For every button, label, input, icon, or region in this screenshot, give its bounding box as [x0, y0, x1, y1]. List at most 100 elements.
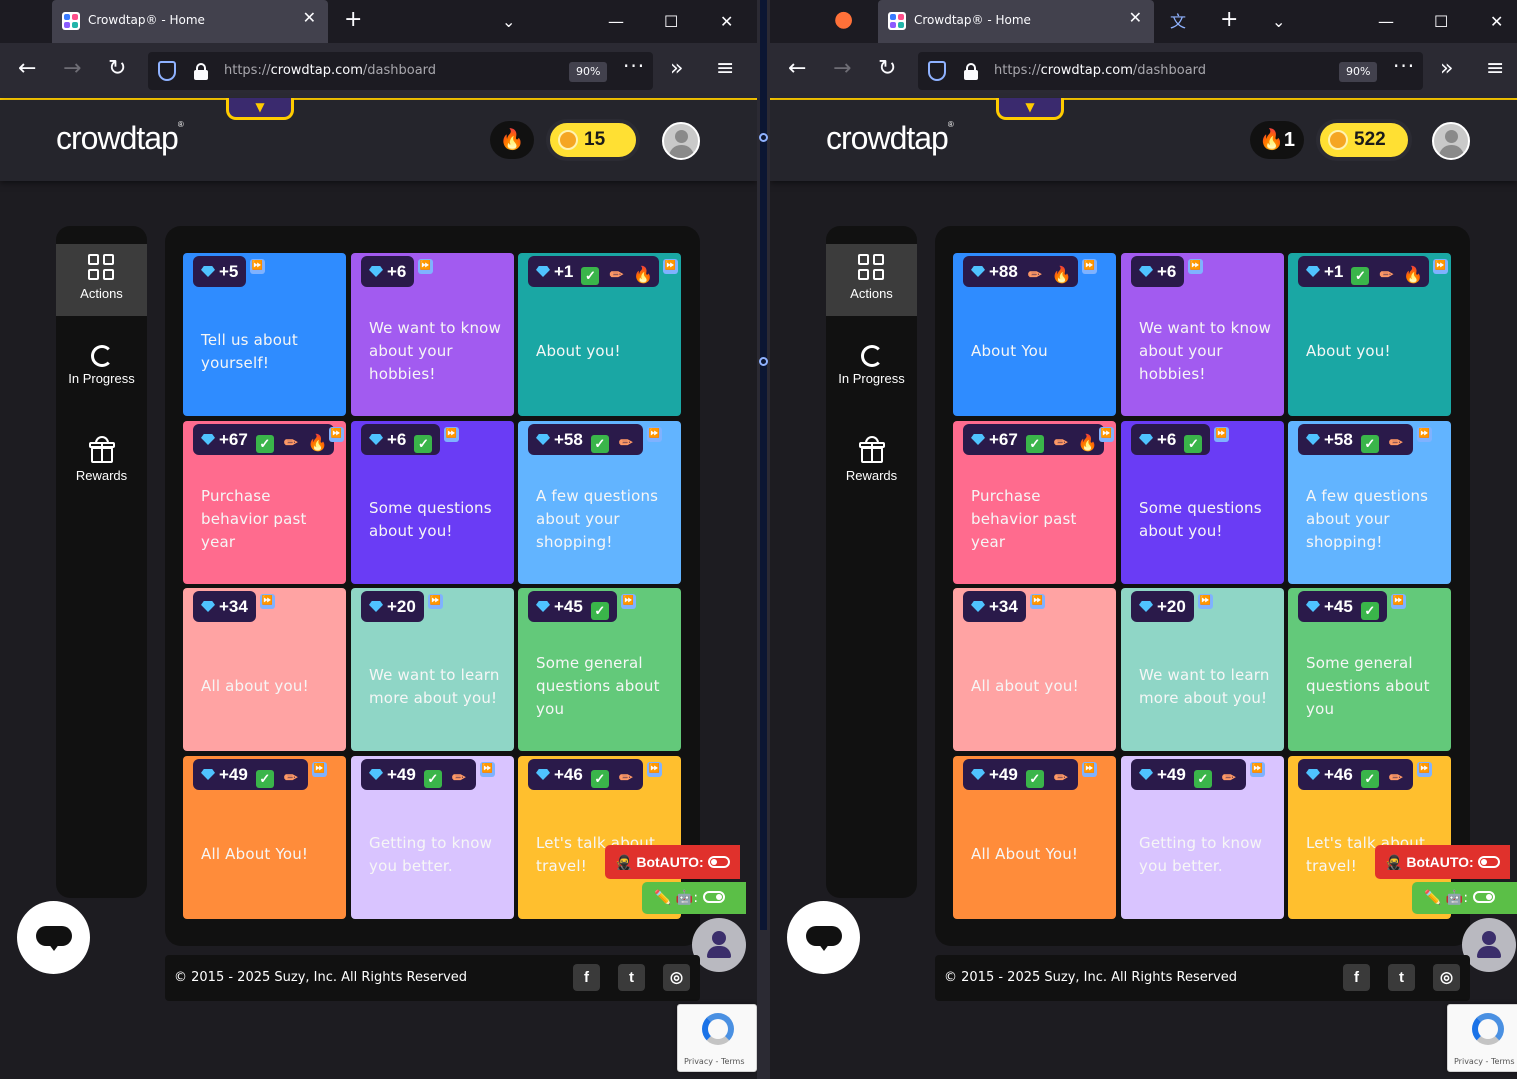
firefox-icon[interactable]: ● [834, 8, 853, 32]
action-card[interactable]: +5 ⏩ Tell us about yourself! [183, 253, 346, 416]
instagram-icon[interactable]: ◎ [1433, 964, 1460, 991]
maximize-icon[interactable]: ☐ [664, 10, 678, 34]
toggle-on-icon[interactable] [702, 891, 725, 903]
maximize-icon[interactable]: ☐ [1434, 10, 1448, 34]
fast-forward-icon[interactable]: ⏩ [647, 762, 662, 777]
forward-icon[interactable]: → [63, 57, 81, 81]
botauto-toggle[interactable]: 🥷 BotAUTO: [1375, 845, 1510, 879]
coin-balance[interactable]: 522 [1316, 119, 1412, 161]
fast-forward-icon[interactable]: ⏩ [1082, 762, 1097, 777]
url-text[interactable]: https://crowdtap.com/dashboard [994, 63, 1206, 78]
sidebar-item-actions[interactable]: Actions [826, 244, 917, 316]
translate-icon[interactable]: 文 [1170, 10, 1186, 34]
action-card[interactable]: +49 ✓ ✏ ⏩ Getting to know you better. [351, 756, 514, 919]
chat-button[interactable] [787, 901, 860, 974]
action-card[interactable]: +58 ✓ ✏ ⏩ A few questions about your shoppin… [518, 421, 681, 584]
action-card[interactable]: +45 ✓ ⏩ Some general questions about you [518, 588, 681, 751]
dropdown-tab-chevron-icon[interactable]: ▼ [226, 98, 294, 120]
streak-badge[interactable]: 🔥1 [1250, 121, 1304, 159]
reload-icon[interactable]: ↻ [108, 57, 126, 81]
fast-forward-icon[interactable]: ⏩ [1214, 427, 1229, 442]
tab-crowdtap-home[interactable]: Crowdtap® - Home ✕ [878, 0, 1154, 43]
close-tab-icon[interactable]: ✕ [1129, 8, 1142, 27]
twitter-icon[interactable]: t [618, 964, 645, 991]
sidebar-item-in-progress[interactable]: In Progress [56, 335, 147, 407]
fast-forward-icon[interactable]: ⏩ [1417, 762, 1432, 777]
sidebar-item-in-progress[interactable]: In Progress [826, 335, 917, 407]
minimize-icon[interactable]: — [608, 10, 624, 34]
instagram-icon[interactable]: ◎ [663, 964, 690, 991]
recaptcha-badge[interactable]: Privacy - Terms [1447, 1004, 1517, 1072]
user-avatar[interactable] [662, 122, 700, 160]
auto-fill-toggle[interactable]: ✏️ 🤖: [1412, 882, 1517, 914]
facebook-icon[interactable]: f [573, 964, 600, 991]
twitter-icon[interactable]: t [1388, 964, 1415, 991]
action-card[interactable]: +34 ⏩ All about you! [183, 588, 346, 751]
auto-fill-toggle[interactable]: ✏️ 🤖: [642, 882, 746, 914]
zoom-level-badge[interactable]: 90% [569, 62, 608, 82]
fast-forward-icon[interactable]: ⏩ [1198, 594, 1213, 609]
fast-forward-icon[interactable]: ⏩ [647, 427, 662, 442]
close-window-icon[interactable]: ✕ [720, 10, 733, 34]
page-actions-menu-icon[interactable]: ··· [1393, 54, 1415, 78]
fast-forward-icon[interactable]: ⏩ [260, 594, 275, 609]
tracking-protection-shield-icon[interactable] [928, 61, 946, 81]
action-card[interactable]: +88 ✏ 🔥 ⏩ About You [953, 253, 1116, 416]
url-text[interactable]: https://crowdtap.com/dashboard [224, 63, 436, 78]
facebook-icon[interactable]: f [1343, 964, 1370, 991]
botauto-toggle[interactable]: 🥷 BotAUTO: [605, 845, 740, 879]
sidebar-item-actions[interactable]: Actions [56, 244, 147, 316]
address-bar[interactable]: https://crowdtap.com/dashboard 90% ··· [918, 52, 1423, 90]
toggle-off-icon[interactable] [1477, 856, 1500, 868]
hamburger-menu-icon[interactable]: ≡ [716, 57, 734, 81]
address-bar[interactable]: https://crowdtap.com/dashboard 90% ··· [148, 52, 653, 90]
fast-forward-icon[interactable]: ⏩ [480, 762, 495, 777]
action-card[interactable]: +67 ✓ ✏ 🔥 ⏩ Purchase behavior past year [953, 421, 1116, 584]
tab-crowdtap-home[interactable]: Crowdtap® - Home ✕ [52, 0, 328, 43]
toggle-on-icon[interactable] [1472, 891, 1495, 903]
fast-forward-icon[interactable]: ⏩ [418, 259, 433, 274]
agent-avatar-button[interactable] [1462, 918, 1516, 972]
sidebar-item-rewards[interactable]: Rewards [826, 426, 917, 498]
action-card[interactable]: +6 ⏩ We want to know about your hobbies! [351, 253, 514, 416]
fast-forward-icon[interactable]: ⏩ [1030, 594, 1045, 609]
fast-forward-icon[interactable]: ⏩ [428, 594, 443, 609]
new-tab-icon[interactable]: + [344, 8, 362, 32]
action-card[interactable]: +6 ✓ ⏩ Some questions about you! [1121, 421, 1284, 584]
action-card[interactable]: +45 ✓ ⏩ Some general questions about you [1288, 588, 1451, 751]
recaptcha-badge[interactable]: Privacy - Terms [677, 1004, 757, 1072]
back-icon[interactable]: ← [788, 57, 806, 81]
action-card[interactable]: +6 ✓ ⏩ Some questions about you! [351, 421, 514, 584]
fast-forward-icon[interactable]: ⏩ [621, 594, 636, 609]
zoom-level-badge[interactable]: 90% [1339, 62, 1378, 82]
lock-icon[interactable] [964, 63, 978, 80]
coin-balance[interactable]: 15 [546, 119, 640, 161]
fast-forward-icon[interactable]: ⏩ [250, 259, 265, 274]
chat-button[interactable] [17, 901, 90, 974]
tab-list-chevron-icon[interactable]: ⌄ [502, 10, 515, 34]
agent-avatar-button[interactable] [692, 918, 746, 972]
fast-forward-icon[interactable]: ⏩ [329, 427, 344, 442]
toggle-off-icon[interactable] [707, 856, 730, 868]
close-tab-icon[interactable]: ✕ [303, 8, 316, 27]
fast-forward-icon[interactable]: ⏩ [663, 259, 678, 274]
action-card[interactable]: +20 ⏩ We want to learn more about you! [351, 588, 514, 751]
action-card[interactable]: +1 ✓ ✏ 🔥 ⏩ About you! [518, 253, 681, 416]
fast-forward-icon[interactable]: ⏩ [1433, 259, 1448, 274]
fast-forward-icon[interactable]: ⏩ [1099, 427, 1114, 442]
back-icon[interactable]: ← [18, 57, 36, 81]
fast-forward-icon[interactable]: ⏩ [1391, 594, 1406, 609]
overflow-chevrons-icon[interactable]: » [1440, 57, 1453, 81]
crowdtap-logo[interactable]: crowdtap® [826, 120, 954, 157]
window-divider[interactable] [757, 0, 770, 1079]
action-card[interactable]: +49 ✓ ✏ ⏩ All About You! [183, 756, 346, 919]
action-card[interactable]: +34 ⏩ All about you! [953, 588, 1116, 751]
action-card[interactable]: +58 ✓ ✏ ⏩ A few questions about your shoppin… [1288, 421, 1451, 584]
page-actions-menu-icon[interactable]: ··· [623, 54, 645, 78]
forward-icon[interactable]: → [833, 57, 851, 81]
action-card[interactable]: +1 ✓ ✏ 🔥 ⏩ About you! [1288, 253, 1451, 416]
overflow-chevrons-icon[interactable]: » [670, 57, 683, 81]
crowdtap-logo[interactable]: crowdtap® [56, 120, 184, 157]
fast-forward-icon[interactable]: ⏩ [1082, 259, 1097, 274]
close-window-icon[interactable]: ✕ [1490, 10, 1503, 34]
